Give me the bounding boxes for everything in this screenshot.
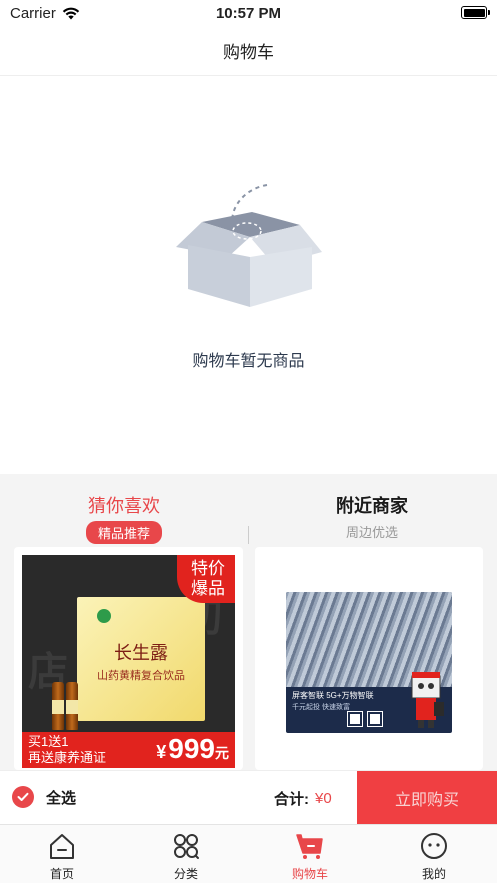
tab-nearby-merchants-subtitle: 周边优选 [345, 525, 398, 540]
product-card[interactable]: 店 切 长生露 山药黄精复合饮品 特价 爆品 买1送1 再送康养通证 ¥999元 [14, 547, 243, 770]
product-box-name: 长生露 [114, 643, 168, 664]
recommend-section: 猜你喜欢 精品推荐 附近商家 周边优选 店 切 长生露 山药黄精复合饮品 特价 … [0, 474, 497, 770]
total-value: ¥0 [315, 790, 332, 807]
ad-title: 屏客智联 5G+万物智联 [292, 691, 374, 700]
tab-home-label: 首页 [49, 867, 74, 881]
price-value: 999 [168, 733, 215, 764]
empty-box-icon [176, 184, 322, 307]
tab-guess-you-like-title: 猜你喜欢 [88, 496, 160, 516]
bottle-icon [66, 682, 78, 730]
tab-divider [248, 526, 249, 544]
nav-bar: 购物车 [0, 26, 497, 76]
checkout-bar: 全选 合计: ¥0 立即购买 [0, 770, 497, 825]
tab-category[interactable]: 分类 [146, 831, 226, 882]
tab-guess-you-like-badge: 精品推荐 [85, 521, 162, 544]
ad-subtitle: 千元起投 快速致富 [292, 704, 350, 711]
tab-nearby-merchants-title: 附近商家 [336, 496, 408, 516]
hot-deal-tag-line1: 特价 [191, 559, 225, 578]
qr-code-icon [367, 711, 383, 727]
product-box: 长生露 山药黄精复合饮品 [77, 597, 205, 721]
tab-cart-label: 购物车 [291, 867, 328, 881]
empty-cart-message: 购物车暂无商品 [192, 353, 305, 370]
empty-cart-area: 购物车暂无商品 [0, 77, 497, 474]
promo-line1: 买1送1 [28, 734, 69, 749]
tab-home[interactable]: 首页 [22, 831, 102, 882]
price-unit: 元 [215, 745, 229, 761]
total-label: 合计: [274, 791, 309, 808]
tab-cart[interactable]: 购物车 [270, 831, 350, 882]
category-icon [174, 834, 199, 859]
brand-logo-icon [97, 609, 111, 623]
total-amount: 合计: ¥0 [274, 788, 332, 809]
hot-deal-tag: 特价 爆品 [177, 555, 235, 603]
select-all-toggle[interactable]: 全选 [12, 786, 76, 808]
product-promo: 买1送1 再送康养通证 [28, 734, 106, 766]
merchant-card[interactable]: 屏客智联 5G+万物智联 千元起投 快速致富 [255, 547, 483, 770]
page-title: 购物车 [223, 43, 274, 62]
merchant-ad-image: 屏客智联 5G+万物智联 千元起投 快速致富 [286, 592, 452, 733]
checkmark-icon [17, 792, 29, 801]
cart-icon [296, 834, 323, 859]
recommend-tabs: 猜你喜欢 精品推荐 附近商家 周边优选 [0, 492, 497, 544]
bottom-tab-bar: 首页 分类 购物车 我的 [0, 824, 497, 883]
bottle-icon [52, 682, 64, 730]
price-currency: ¥ [156, 742, 167, 762]
profile-icon [421, 833, 447, 859]
home-icon [50, 834, 74, 859]
product-box-line: 山药黄精复合饮品 [97, 669, 185, 682]
battery-icon [461, 6, 490, 19]
product-price: ¥999元 [156, 733, 229, 768]
select-all-label: 全选 [46, 789, 77, 807]
qr-code-icon [347, 711, 363, 727]
tab-category-label: 分类 [173, 867, 198, 881]
mascot-icon [411, 672, 444, 728]
status-bar: Carrier 10:57 PM [0, 0, 497, 26]
buy-now-button[interactable]: 立即购买 [357, 771, 497, 825]
tab-profile[interactable]: 我的 [394, 831, 474, 882]
product-image: 店 切 长生露 山药黄精复合饮品 特价 爆品 买1送1 再送康养通证 ¥999元 [22, 555, 235, 768]
product-price-bar: 买1送1 再送康养通证 ¥999元 [22, 732, 235, 768]
checkbox-icon[interactable] [12, 786, 34, 808]
tab-guess-you-like[interactable]: 猜你喜欢 精品推荐 [24, 492, 224, 544]
hot-deal-tag-line2: 爆品 [191, 579, 225, 598]
promo-line2: 再送康养通证 [28, 750, 107, 765]
status-time: 10:57 PM [215, 4, 282, 22]
tab-nearby-merchants[interactable]: 附近商家 周边优选 [272, 492, 472, 541]
tab-profile-label: 我的 [421, 867, 446, 881]
